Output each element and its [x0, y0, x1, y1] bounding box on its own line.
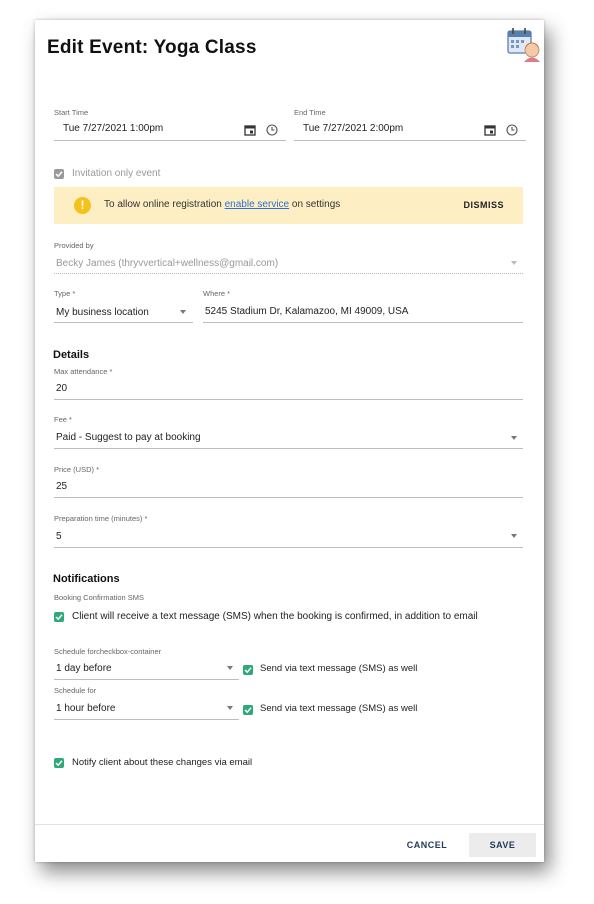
where-label: Where * [203, 289, 231, 298]
footer-divider [35, 824, 544, 825]
schedule-2-sms-label: Send via text message (SMS) as well [260, 703, 418, 714]
prep-time-label: Preparation time (minutes) * [54, 514, 148, 523]
cancel-button[interactable]: CANCEL [401, 833, 453, 857]
save-button[interactable]: SAVE [469, 833, 536, 857]
notify-email-label: Notify client about these changes via em… [72, 757, 253, 768]
where-input[interactable]: 5245 Stadium Dr, Kalamazoo, MI 49009, US… [205, 306, 408, 317]
price-input[interactable]: 25 [56, 481, 67, 492]
max-attendance-input[interactable]: 20 [56, 383, 67, 394]
prep-time-select[interactable]: 5 [56, 531, 62, 542]
schedule-2-sms-checkbox[interactable] [243, 705, 253, 715]
booking-confirmation-label: Booking Confirmation SMS [54, 593, 145, 602]
fee-select[interactable]: Paid - Suggest to pay at booking [56, 432, 201, 443]
calendar-icon[interactable] [244, 123, 256, 136]
type-underline [54, 322, 193, 323]
end-time-label: End Time [294, 108, 326, 117]
provided-by-value: Becky James (thryvvertical+wellness@gmai… [56, 258, 279, 269]
chevron-down-icon[interactable] [511, 534, 517, 538]
chevron-down-icon[interactable] [180, 310, 186, 314]
type-select[interactable]: My business location [56, 307, 149, 318]
schedule-1-sms-checkbox[interactable] [243, 665, 253, 675]
notify-email-checkbox[interactable] [54, 758, 64, 768]
schedule-2-underline [54, 719, 239, 720]
edit-event-dialog: Edit Event: Yoga Class Start Time Tue 7/… [35, 20, 544, 862]
schedule-2-label: Schedule for [54, 686, 97, 695]
booking-sms-checkbox[interactable] [54, 612, 64, 622]
schedule-1-label: Schedule forcheckbox-container [54, 647, 162, 656]
start-time-underline [54, 140, 286, 141]
schedule-1-select[interactable]: 1 day before [56, 663, 112, 674]
price-underline [54, 497, 523, 498]
chevron-down-icon[interactable] [227, 666, 233, 670]
prep-time-underline [54, 547, 523, 548]
dismiss-button[interactable]: DISMISS [463, 200, 504, 210]
fee-underline [54, 448, 523, 449]
calendar-icon[interactable] [484, 123, 496, 136]
dialog-title: Edit Event: Yoga Class [47, 37, 257, 58]
type-label: Type * [54, 289, 76, 298]
calendar-person-icon [505, 26, 545, 66]
invitation-only-label: Invitation only event [72, 168, 161, 179]
banner-message: To allow online registration enable serv… [104, 199, 341, 210]
notifications-heading: Notifications [53, 573, 120, 585]
start-time-value[interactable]: Tue 7/27/2021 1:00pm [63, 123, 163, 134]
schedule-1-underline [54, 679, 239, 680]
schedule-2-select[interactable]: 1 hour before [56, 703, 116, 714]
price-label: Price (USD) * [54, 465, 100, 474]
provided-by-underline [54, 273, 523, 274]
chevron-down-icon [511, 261, 517, 265]
chevron-down-icon[interactable] [227, 706, 233, 710]
start-time-label: Start Time [54, 108, 89, 117]
max-attendance-underline [54, 399, 523, 400]
fee-label: Fee * [54, 415, 72, 424]
end-time-underline [294, 140, 526, 141]
end-time-value[interactable]: Tue 7/27/2021 2:00pm [303, 123, 403, 134]
where-underline [203, 322, 523, 323]
enable-service-link[interactable]: enable service [225, 199, 289, 210]
provided-by-label: Provided by [54, 241, 94, 250]
registration-banner: ! To allow online registration enable se… [54, 187, 523, 224]
warning-icon: ! [74, 197, 91, 214]
chevron-down-icon[interactable] [511, 436, 517, 440]
invitation-only-checkbox[interactable] [54, 169, 64, 179]
details-heading: Details [53, 349, 90, 361]
clock-icon[interactable] [266, 123, 278, 136]
max-attendance-label: Max attendance * [54, 367, 113, 376]
booking-sms-text: Client will receive a text message (SMS)… [72, 611, 478, 622]
clock-icon[interactable] [506, 123, 518, 136]
schedule-1-sms-label: Send via text message (SMS) as well [260, 663, 418, 674]
